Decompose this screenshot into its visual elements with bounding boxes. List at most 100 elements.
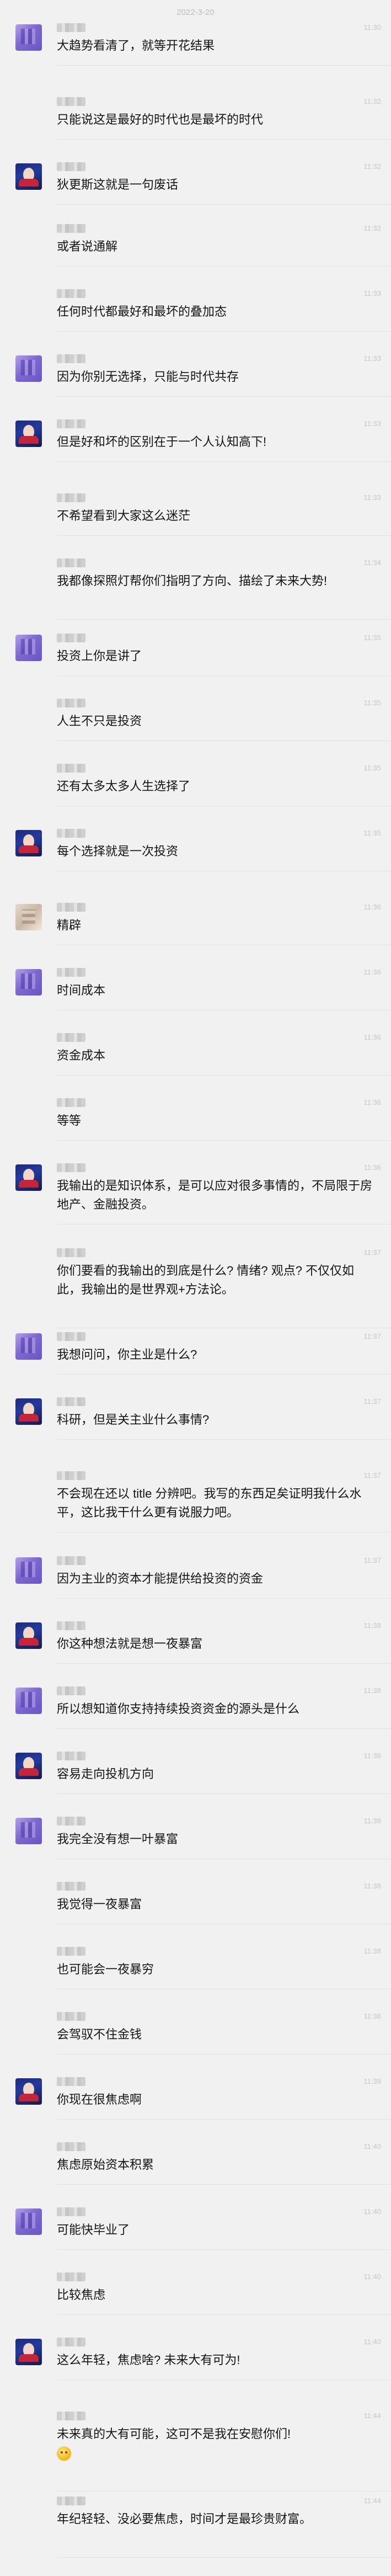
message-text: 可能快毕业了 bbox=[57, 2221, 377, 2239]
sender-name-blurred bbox=[57, 493, 85, 502]
avatar-placeholder bbox=[15, 1034, 42, 1061]
message-time: 11:36 bbox=[363, 1033, 381, 1041]
message-text: 你们要看的我输出的到底是什么? 情绪? 观点? 不仅仅如此，我输出的是世界观+方… bbox=[57, 1262, 377, 1299]
message-text-content: 每个选择就是一次投资 bbox=[57, 844, 179, 858]
avatar[interactable] bbox=[15, 1333, 42, 1360]
message-text: 时间成本 bbox=[57, 981, 377, 1000]
message-divider bbox=[57, 331, 391, 332]
avatar[interactable] bbox=[15, 1557, 42, 1584]
avatar[interactable] bbox=[15, 1688, 42, 1714]
message-text-content: 我觉得一夜暴富 bbox=[57, 1897, 142, 1911]
message-divider bbox=[57, 396, 391, 397]
message-time: 11:32 bbox=[363, 224, 381, 232]
message-text: 你现在很焦虑啊 bbox=[57, 2090, 377, 2109]
message-text-content: 人生不只是投资 bbox=[57, 714, 142, 728]
message-time: 11:33 bbox=[363, 419, 381, 428]
sender-name-blurred bbox=[57, 2497, 85, 2505]
message-text: 只能说这是最好的时代也是最坏的时代 bbox=[57, 110, 377, 129]
message-divider bbox=[57, 139, 391, 140]
message-text-content: 科研，但是关主业什么事情? bbox=[57, 1413, 210, 1427]
avatar-placeholder bbox=[15, 2498, 42, 2524]
avatar[interactable] bbox=[15, 2339, 42, 2365]
avatar[interactable] bbox=[15, 2078, 42, 2105]
avatar[interactable] bbox=[15, 355, 42, 382]
avatar[interactable] bbox=[15, 1164, 42, 1191]
message-text: 狄更斯这就是一句废话 bbox=[57, 175, 377, 194]
message-divider bbox=[57, 204, 391, 205]
message-text-content: 可能快毕业了 bbox=[57, 2223, 130, 2237]
sender-name-blurred bbox=[57, 1033, 85, 1042]
message-time: 11:34 bbox=[363, 558, 381, 567]
message-text-content: 你们要看的我输出的到底是什么? 情绪? 观点? 不仅仅如此，我输出的是世界观+方… bbox=[57, 1264, 355, 1296]
avatar[interactable] bbox=[15, 24, 42, 51]
smile-emoji-icon bbox=[57, 2446, 71, 2461]
message-text-content: 未来真的大有可能，这可不是我在安慰你们! bbox=[57, 2427, 291, 2441]
message-text-content: 不会现在还以 title 分辨吧。我写的东西足矣证明我什么水平，这比我干什么更有… bbox=[57, 1487, 362, 1519]
avatar[interactable] bbox=[15, 1398, 42, 1425]
message-time: 11:40 bbox=[363, 2207, 381, 2216]
sender-name-blurred bbox=[57, 419, 85, 428]
message-text: 会驾驭不住金钱 bbox=[57, 2025, 377, 2044]
message-divider bbox=[57, 1140, 391, 1141]
avatar[interactable] bbox=[15, 1753, 42, 1779]
message-text-content: 不希望看到大家这么迷茫 bbox=[57, 509, 191, 523]
sender-name-blurred bbox=[57, 2412, 85, 2420]
message-text-content: 还有太多太多人生选择了 bbox=[57, 779, 191, 793]
sender-name-blurred bbox=[57, 23, 85, 32]
message-text-content: 资金成本 bbox=[57, 1049, 106, 1062]
message-time: 11:37 bbox=[363, 1397, 381, 1406]
message-text-content: 大趋势看清了，就等开花结果 bbox=[57, 39, 215, 52]
message-text-content: 这么年轻，焦虑啥? 未来大有可为! bbox=[57, 2353, 240, 2367]
message-text: 我想问问，你主业是什么? bbox=[57, 1345, 377, 1364]
avatar[interactable] bbox=[15, 830, 42, 856]
message-text-content: 精辟 bbox=[57, 918, 82, 932]
message-text: 这么年轻，焦虑啥? 未来大有可为! bbox=[57, 2351, 377, 2370]
message-time: 11:37 bbox=[363, 1556, 381, 1564]
sender-name-blurred bbox=[57, 1471, 85, 1480]
sender-name-blurred bbox=[57, 2077, 85, 2086]
avatar[interactable] bbox=[15, 2208, 42, 2235]
message-text-content: 我输出的是知识体系，是可以应对很多事情的，不局限于房地产、金融投资。 bbox=[57, 1179, 373, 1211]
avatar[interactable] bbox=[15, 969, 42, 996]
avatar[interactable] bbox=[15, 1818, 42, 1844]
sender-name-blurred bbox=[57, 1248, 85, 1257]
avatar[interactable] bbox=[15, 163, 42, 190]
message-divider bbox=[57, 2249, 391, 2250]
message-time: 11:40 bbox=[363, 2142, 381, 2151]
date-separator: 2022-3-20 bbox=[176, 8, 215, 17]
message-time: 11:35 bbox=[363, 699, 381, 707]
message-divider bbox=[57, 1598, 391, 1599]
message-time: 11:38 bbox=[363, 1947, 381, 1955]
avatar[interactable] bbox=[15, 635, 42, 661]
avatar[interactable] bbox=[15, 904, 42, 930]
sender-name-blurred bbox=[57, 1556, 85, 1565]
message-divider bbox=[57, 1224, 391, 1225]
message-text-content: 我完全没有想一叶暴富 bbox=[57, 1832, 179, 1846]
message-text-content: 因为主业的资本才能提供给投资的资金 bbox=[57, 1572, 264, 1585]
message-text-content: 比较焦虑 bbox=[57, 2288, 106, 2302]
message-time: 11:35 bbox=[363, 764, 381, 772]
avatar[interactable] bbox=[15, 1622, 42, 1649]
message-divider bbox=[57, 1439, 391, 1440]
avatar-placeholder bbox=[15, 1883, 42, 1909]
message-time: 11:39 bbox=[363, 2077, 381, 2085]
sender-name-blurred bbox=[57, 1947, 85, 1956]
chat-window: 2022-3-20 11:30 大趋势看清了，就等开花结果 11:32 只能说这是最好… bbox=[0, 0, 391, 2576]
sender-name-blurred bbox=[57, 1163, 85, 1172]
message-text-content: 也可能会一夜暴穷 bbox=[57, 1962, 154, 1976]
message-time: 11:30 bbox=[363, 23, 381, 31]
message-text: 比较焦虑 bbox=[57, 2286, 377, 2304]
sender-name-blurred bbox=[57, 289, 85, 298]
sender-name-blurred bbox=[57, 903, 85, 912]
message-time: 11:32 bbox=[363, 162, 381, 171]
message-time: 11:38 bbox=[363, 1686, 381, 1695]
message-text: 每个选择就是一次投资 bbox=[57, 842, 377, 861]
message-divider bbox=[57, 266, 391, 267]
avatar-placeholder bbox=[15, 1249, 42, 1276]
message-text-content: 你这种想法就是想一夜暴富 bbox=[57, 1637, 203, 1651]
sender-name-blurred bbox=[57, 699, 85, 707]
sender-name-blurred bbox=[57, 1397, 85, 1406]
message-text: 任何时代都最好和最坏的叠加态 bbox=[57, 302, 377, 321]
message-time: 11:35 bbox=[363, 634, 381, 642]
avatar[interactable] bbox=[15, 421, 42, 447]
